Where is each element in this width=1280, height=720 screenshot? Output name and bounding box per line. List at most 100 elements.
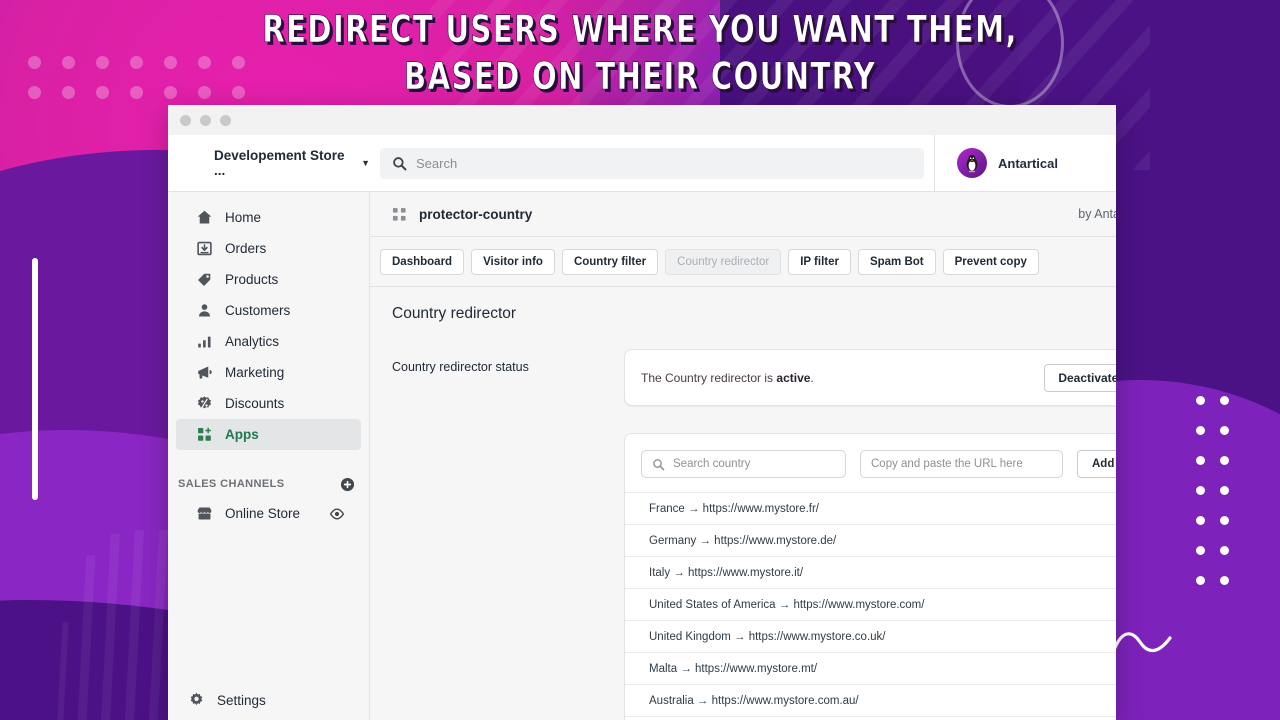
top-bar: Developement Store ... ▼ Search Antartic…	[168, 134, 1116, 192]
window-titlebar	[168, 105, 1116, 135]
sidebar-item-orders[interactable]: Orders	[176, 233, 361, 264]
plus-circle-icon[interactable]	[340, 477, 355, 492]
country-redirect-row[interactable]: United Kingdom → https://www.mystore.co.…	[625, 620, 1116, 652]
redirect-list-card: Search country Copy and paste the URL he…	[624, 433, 1116, 720]
sidebar-item-marketing[interactable]: Marketing	[176, 357, 361, 388]
sidebar-item-apps[interactable]: Apps	[176, 419, 361, 450]
country-redirect-row[interactable]: France → https://www.mystore.fr/	[625, 492, 1116, 524]
status-card: The Country redirector is active. Deacti…	[624, 349, 1116, 406]
analytics-bars-icon	[196, 333, 213, 350]
sidebar-nav: Home Orders Products Customers Analytics Mark…	[168, 202, 369, 450]
tab-country-redirector[interactable]: Country redirector	[665, 248, 782, 275]
redirect-list-toolbar: Search country Copy and paste the URL he…	[625, 434, 1116, 492]
sidebar-item-label: Online Store	[225, 506, 301, 521]
sidebar-item-label: Customers	[225, 303, 291, 318]
sidebar-item-label: Marketing	[225, 365, 285, 380]
sidebar-item-label: Products	[225, 272, 279, 287]
sidebar-item-analytics[interactable]: Analytics	[176, 326, 361, 357]
sidebar-item-label: Apps	[225, 427, 259, 442]
search-input[interactable]: Search	[380, 147, 924, 179]
products-tag-icon	[196, 271, 213, 288]
decor-bar	[77, 555, 96, 720]
window-maximize-dot[interactable]	[220, 114, 231, 126]
decor-dot	[1220, 486, 1229, 495]
decor-dot	[28, 56, 41, 69]
sidebar-item-label: Analytics	[225, 334, 280, 349]
sidebar-item-label: Orders	[225, 241, 267, 256]
settings-label: Settings	[217, 692, 266, 708]
decor-dot	[62, 86, 75, 99]
sidebar-item-home[interactable]: Home	[176, 202, 361, 233]
search-icon	[653, 458, 665, 470]
search-placeholder: Search	[416, 155, 458, 171]
gear-icon	[188, 692, 205, 709]
tab-spam-bot[interactable]: Spam Bot	[857, 248, 936, 275]
country-redirect-row[interactable]: Germany → https://www.mystore.de/	[625, 524, 1116, 556]
tab-visitor-info[interactable]: Visitor info	[471, 248, 555, 275]
add-button[interactable]: Add	[1077, 450, 1116, 478]
avatar	[957, 148, 987, 178]
marketing-megaphone-icon	[196, 364, 213, 381]
country-redirect-row[interactable]: United States of America → https://www.m…	[625, 588, 1116, 620]
status-row-label: Country redirector status	[392, 360, 529, 374]
white-vertical-bar	[32, 258, 38, 500]
sidebar-item-customers[interactable]: Customers	[176, 295, 361, 326]
decor-dot	[1220, 576, 1229, 585]
app-header: protector-country by Antartical	[370, 192, 1116, 237]
sidebar-item-products[interactable]: Products	[176, 264, 361, 295]
sidebar-item-settings[interactable]: Settings	[168, 680, 369, 720]
search-icon	[393, 156, 407, 170]
store-name: Developement Store ...	[214, 148, 345, 178]
decor-dot	[62, 56, 75, 69]
url-input[interactable]: Copy and paste the URL here	[860, 450, 1063, 478]
decor-dot	[28, 86, 41, 99]
decor-dot	[1220, 396, 1229, 405]
account-name: Antartical	[998, 155, 1058, 171]
sidebar-item-label: Discounts	[225, 396, 285, 411]
decor-dot	[1196, 516, 1205, 525]
sidebar: Home Orders Products Customers Analytics Mark…	[168, 192, 370, 720]
page-title: Country redirector	[392, 305, 517, 322]
account-menu[interactable]: Antartical	[934, 134, 1116, 192]
sidebar-item-online-store[interactable]: Online Store	[176, 498, 361, 529]
decor-dot	[1196, 546, 1205, 555]
deactivate-button[interactable]: Deactivate	[1044, 363, 1116, 392]
country-redirect-list: France → https://www.mystore.fr/Germany …	[625, 492, 1116, 720]
decor-bar	[101, 534, 120, 720]
eye-icon[interactable]	[329, 506, 345, 522]
main-panel: protector-country by Antartical Dashboar…	[370, 192, 1116, 720]
country-redirect-row[interactable]: Malaysia → https://www.mystore.my/	[625, 716, 1116, 720]
country-redirect-row[interactable]: Australia → https://www.mystore.com.au/	[625, 684, 1116, 716]
tab-prevent-copy[interactable]: Prevent copy	[942, 248, 1039, 275]
discounts-badge-icon	[196, 395, 213, 412]
hero-headline: Redirect users where you want them, base…	[77, 6, 1203, 100]
decor-dot	[1220, 426, 1229, 435]
hero-headline-line1: Redirect users where you want them,	[262, 8, 1018, 52]
window-close-dot[interactable]	[180, 114, 191, 126]
sidebar-item-discounts[interactable]: Discounts	[176, 388, 361, 419]
apps-grid-icon	[196, 426, 213, 443]
app-blocks-icon	[392, 207, 406, 221]
dot-grid-right	[1196, 396, 1244, 606]
tab-dashboard[interactable]: Dashboard	[380, 248, 465, 275]
tab-country-filter[interactable]: Country filter	[561, 248, 659, 275]
window-minimize-dot[interactable]	[200, 114, 211, 126]
decor-dot	[1220, 516, 1229, 525]
status-text-suffix: .	[810, 370, 814, 385]
decor-dot	[1196, 576, 1205, 585]
app-tab-bar: Dashboard Visitor info Country filter Count…	[370, 237, 1116, 287]
decor-dot	[1196, 486, 1205, 495]
app-window: Developement Store ... ▼ Search Antartic…	[168, 105, 1116, 720]
country-redirect-row[interactable]: Italy → https://www.mystore.it/	[625, 556, 1116, 588]
app-content: Country redirector Country redirector st…	[370, 287, 1116, 720]
tab-ip-filter[interactable]: IP filter	[788, 248, 851, 275]
decor-dot	[1220, 546, 1229, 555]
chevron-down-icon: ▼	[361, 158, 370, 168]
store-selector[interactable]: Developement Store ... ▼	[168, 148, 370, 178]
decor-dot	[1196, 456, 1205, 465]
customers-person-icon	[196, 302, 213, 319]
sidebar-section-sales-channels: SALES CHANNELS	[168, 472, 369, 496]
country-search-input[interactable]: Search country	[641, 450, 846, 478]
country-redirect-row[interactable]: Malta → https://www.mystore.mt/	[625, 652, 1116, 684]
status-text: The Country redirector is active.	[641, 371, 814, 385]
